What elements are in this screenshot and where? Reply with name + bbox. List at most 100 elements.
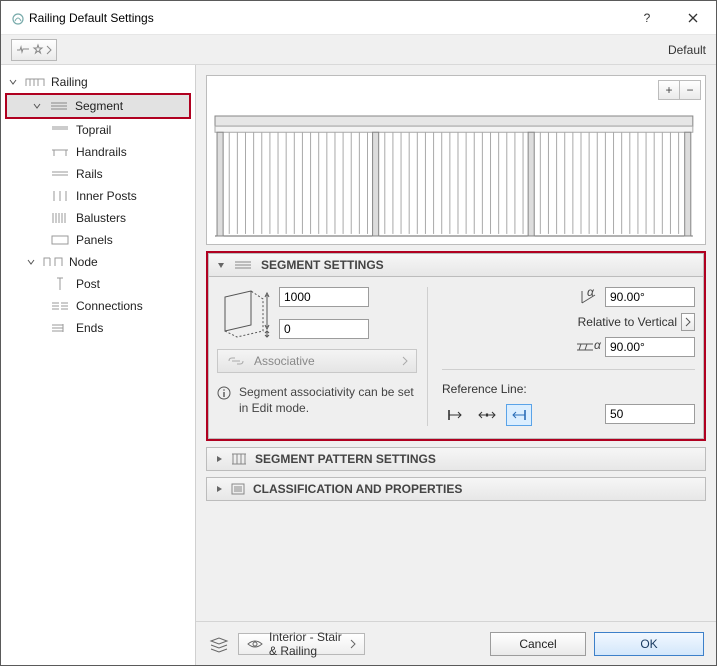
- ok-button[interactable]: OK: [594, 632, 704, 656]
- close-button[interactable]: [670, 1, 716, 35]
- svg-text:α: α: [594, 338, 602, 352]
- titlebar: Railing Default Settings ?: [1, 1, 716, 35]
- tree-item-panels[interactable]: Panels: [1, 229, 195, 251]
- segment-settings-header[interactable]: SEGMENT SETTINGS: [208, 253, 704, 277]
- app-icon: [11, 12, 23, 24]
- tree-label: Node: [69, 255, 189, 269]
- balusters-icon: [49, 212, 71, 224]
- connections-icon: [49, 301, 71, 311]
- tree-item-balusters[interactable]: Balusters: [1, 207, 195, 229]
- triangle-right-icon: [215, 485, 223, 493]
- classification-header[interactable]: CLASSIFICATION AND PROPERTIES: [206, 477, 706, 501]
- tree-label: Railing: [51, 75, 189, 89]
- associative-toggle[interactable]: Associative: [217, 349, 417, 373]
- segment-icon: [233, 260, 253, 270]
- reference-line-label: Reference Line:: [442, 382, 695, 396]
- window-title: Railing Default Settings: [29, 11, 624, 25]
- tree-item-node[interactable]: Node: [1, 251, 195, 273]
- tree-label: Rails: [76, 167, 189, 181]
- tree-label: Toprail: [76, 123, 189, 137]
- rails-icon: [49, 169, 71, 179]
- reference-offset-input[interactable]: [605, 404, 695, 424]
- tree-item-segment[interactable]: Segment: [7, 95, 189, 117]
- handrails-icon: [49, 147, 71, 157]
- tree-label: Ends: [76, 321, 189, 335]
- sidebar-tree[interactable]: Railing Segment Toprail Handrails Rails: [1, 65, 196, 665]
- plus-icon: +: [665, 83, 672, 97]
- svg-text:?: ?: [644, 11, 651, 25]
- tree-item-rails[interactable]: Rails: [1, 163, 195, 185]
- chevron-down-icon: [27, 258, 35, 266]
- favorites-button[interactable]: [11, 39, 57, 61]
- help-button[interactable]: ?: [624, 1, 670, 35]
- dialog-window: Railing Default Settings ? Default Raili…: [0, 0, 717, 666]
- triangle-right-icon: [215, 455, 223, 463]
- skew-angle-icon: α: [575, 340, 599, 354]
- tree-label: Balusters: [76, 211, 189, 225]
- railing-preview-graphic: [215, 116, 693, 238]
- toolbar: Default: [1, 35, 716, 65]
- preview-area: + −: [206, 75, 706, 245]
- slant-angle-icon: α: [579, 289, 599, 305]
- tree-item-connections[interactable]: Connections: [1, 295, 195, 317]
- pattern-icon: [231, 453, 247, 465]
- ref-line-center[interactable]: [474, 404, 500, 426]
- panel-title: SEGMENT SETTINGS: [261, 258, 384, 272]
- chevron-down-icon: [9, 78, 17, 86]
- panels-icon: [49, 235, 71, 245]
- svg-text:α: α: [587, 285, 595, 299]
- zoom-out-button[interactable]: −: [679, 80, 701, 100]
- height-diagram-icon: [217, 287, 273, 339]
- inner-posts-icon: [49, 190, 71, 202]
- info-text: Segment associativity can be set in Edit…: [239, 385, 417, 416]
- tree-label: Segment: [75, 99, 183, 113]
- panel-title: CLASSIFICATION AND PROPERTIES: [253, 482, 462, 496]
- toolbar-mode-label: Default: [668, 43, 706, 57]
- zoom-in-button[interactable]: +: [658, 80, 680, 100]
- tree-label: Inner Posts: [76, 189, 189, 203]
- button-label: OK: [640, 637, 657, 651]
- favorites-icon: [16, 44, 30, 56]
- segment-offset-input[interactable]: [279, 319, 369, 339]
- layer-stack-icon: [208, 636, 230, 652]
- ref-line-left[interactable]: [442, 404, 468, 426]
- chevron-down-icon: [33, 102, 41, 110]
- segment-pattern-header[interactable]: SEGMENT PATTERN SETTINGS: [206, 447, 706, 471]
- eye-icon: [247, 639, 263, 649]
- ref-line-right[interactable]: [506, 404, 532, 426]
- segment-settings-panel: SEGMENT SETTINGS: [206, 251, 706, 441]
- tree-item-inner-posts[interactable]: Inner Posts: [1, 185, 195, 207]
- chevron-right-icon: [402, 357, 408, 365]
- panel-title: SEGMENT PATTERN SETTINGS: [255, 452, 436, 466]
- slant-angle-input[interactable]: [605, 287, 695, 307]
- chevron-right-icon: [350, 640, 356, 648]
- associative-label: Associative: [254, 354, 315, 368]
- tree-item-ends[interactable]: Ends: [1, 317, 195, 339]
- layer-selector[interactable]: Interior - Stair & Railing: [238, 633, 365, 655]
- tree-item-handrails[interactable]: Handrails: [1, 141, 195, 163]
- cancel-button[interactable]: Cancel: [490, 632, 586, 656]
- info-icon: [217, 386, 231, 400]
- skew-angle-input[interactable]: [605, 337, 695, 357]
- toprail-icon: [49, 125, 71, 135]
- dialog-footer: Interior - Stair & Railing Cancel OK: [196, 621, 716, 665]
- main-content: + −: [196, 65, 716, 665]
- minus-icon: −: [686, 83, 693, 97]
- tree-item-post[interactable]: Post: [1, 273, 195, 295]
- chevron-right-icon: [46, 46, 52, 54]
- triangle-down-icon: [217, 261, 225, 269]
- tree-label: Connections: [76, 299, 189, 313]
- layer-name: Interior - Stair & Railing: [269, 630, 344, 658]
- reference-line-options: [442, 404, 532, 426]
- relative-dropdown[interactable]: [681, 313, 695, 331]
- railing-icon: [24, 76, 46, 88]
- ends-icon: [49, 323, 71, 333]
- info-message: Segment associativity can be set in Edit…: [217, 385, 417, 416]
- tree-item-toprail[interactable]: Toprail: [1, 119, 195, 141]
- tree-item-railing[interactable]: Railing: [1, 71, 195, 93]
- tree-label: Panels: [76, 233, 189, 247]
- tree-label: Post: [76, 277, 189, 291]
- segment-height-input[interactable]: [279, 287, 369, 307]
- node-icon: [42, 256, 64, 268]
- relative-label: Relative to Vertical: [578, 315, 677, 329]
